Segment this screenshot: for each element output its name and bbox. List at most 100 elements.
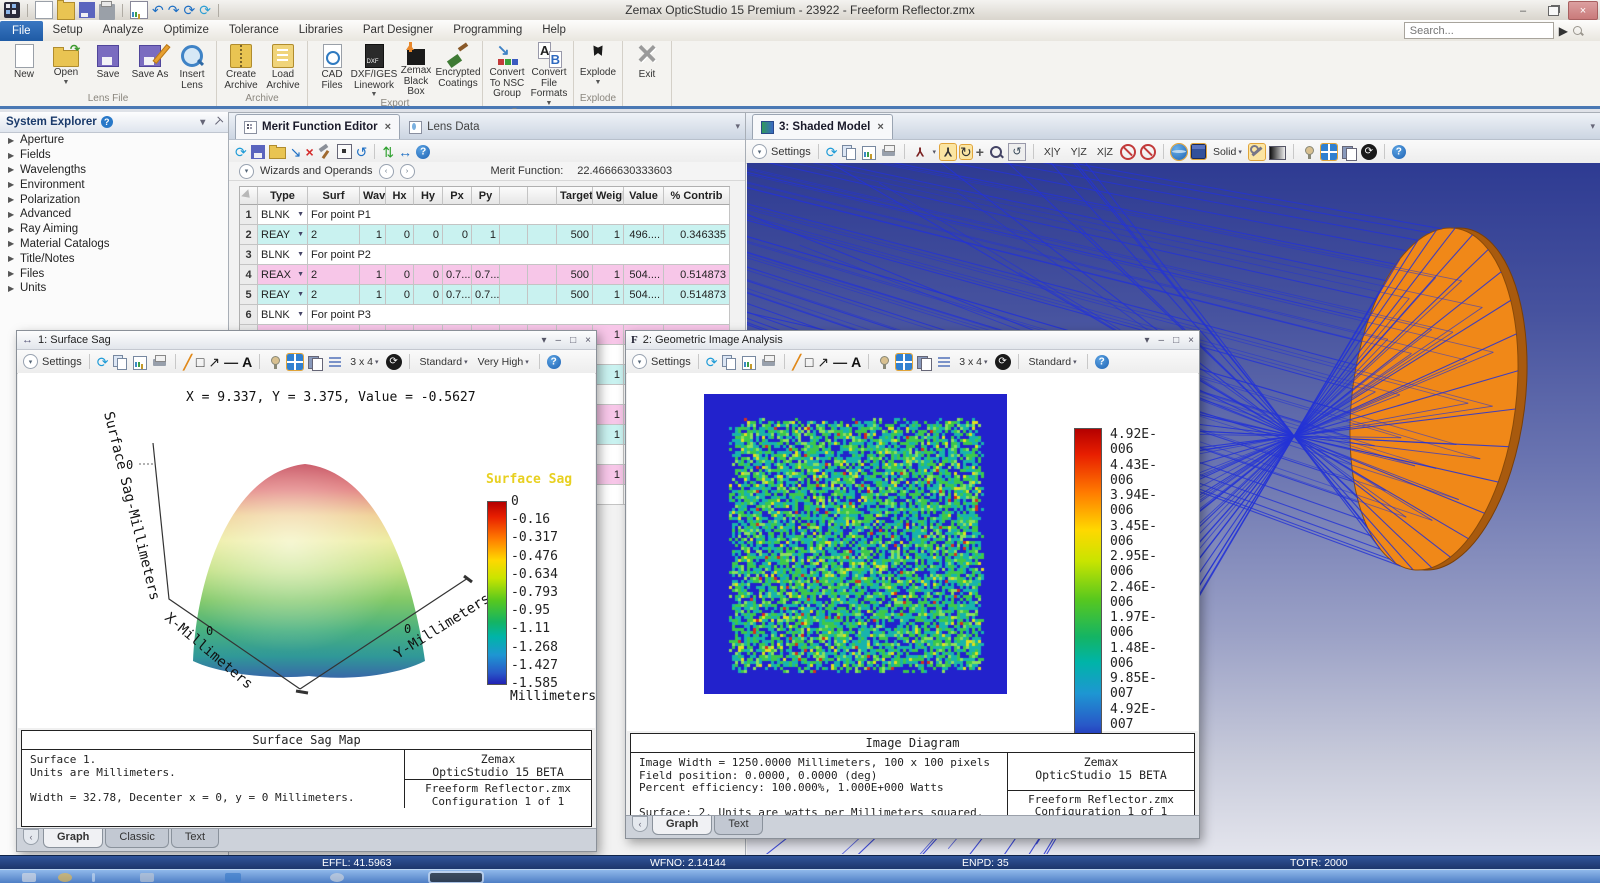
weight-cell[interactable]: 1 xyxy=(593,225,624,245)
window-menu-icon[interactable]: ▾ xyxy=(1590,121,1595,132)
arrow-tool-icon[interactable]: ↗ xyxy=(817,355,829,369)
gradient-icon[interactable] xyxy=(1268,145,1286,160)
operand-type-cell[interactable]: REAY ▼ xyxy=(258,225,308,245)
window-menu-icon[interactable]: ▾ xyxy=(735,121,740,132)
copy-window-icon[interactable] xyxy=(307,354,324,371)
explode-button[interactable]: Explode ▼ xyxy=(577,42,619,91)
target-cell[interactable]: 500 xyxy=(557,265,593,285)
minimize-icon[interactable]: – xyxy=(1159,335,1165,346)
quality-select[interactable]: Very High ▾ xyxy=(475,355,532,369)
text-tool-icon[interactable]: A xyxy=(242,355,252,369)
menu-analyze[interactable]: Analyze xyxy=(93,21,154,41)
chevron-left-icon[interactable]: ‹ xyxy=(378,163,394,179)
update-icon[interactable]: ⟳ xyxy=(235,145,247,159)
menu-libraries[interactable]: Libraries xyxy=(289,21,353,41)
weight-cell[interactable] xyxy=(593,485,624,505)
stamp-icon[interactable] xyxy=(1301,144,1317,160)
window-menu-icon[interactable]: ▾ xyxy=(1145,335,1150,346)
target-cell[interactable]: 500 xyxy=(557,285,593,305)
menu-setup[interactable]: Setup xyxy=(43,21,93,41)
spread-icon[interactable]: ↔ xyxy=(398,145,412,159)
help-icon[interactable] xyxy=(1391,144,1406,159)
value-cell[interactable]: 496.... xyxy=(624,225,664,245)
refresh-icon[interactable]: ⟳ xyxy=(183,3,195,17)
open-icon[interactable] xyxy=(268,145,286,159)
contrib-cell[interactable]: 0.514873 xyxy=(664,265,730,285)
standard-select[interactable]: Standard ▾ xyxy=(417,355,471,369)
wave-cell[interactable]: 1 xyxy=(360,285,386,305)
auto-update-icon[interactable] xyxy=(385,353,402,370)
sidebar-item-polarization[interactable]: ▶ Polarization xyxy=(0,192,228,207)
print-icon[interactable] xyxy=(881,144,897,160)
menu-optimize[interactable]: Optimize xyxy=(154,21,219,41)
update-icon[interactable]: ⟳ xyxy=(97,355,109,369)
taskbar-icon[interactable] xyxy=(22,873,36,882)
sidebar-item-material-catalogs[interactable]: ▶ Material Catalogs xyxy=(0,237,228,252)
save-graphic-icon[interactable] xyxy=(132,354,148,370)
zemax-black-box-button[interactable]: Zemax Black Box xyxy=(395,42,437,98)
search-go-icon[interactable]: ▶ xyxy=(1559,24,1568,38)
undo-icon[interactable]: ↶ xyxy=(152,3,164,17)
taskbar-icon[interactable] xyxy=(58,873,72,882)
comment-cell[interactable]: For point P3 xyxy=(308,305,730,325)
save-icon[interactable] xyxy=(250,144,265,159)
save-graphic-icon[interactable] xyxy=(741,354,757,370)
hy-cell[interactable]: 0 xyxy=(414,225,443,245)
px-cell[interactable]: 0.7... xyxy=(443,265,472,285)
update-icon[interactable]: ⟳ xyxy=(706,355,718,369)
pencil-tool-icon[interactable]: ╱ xyxy=(792,355,800,369)
contrib-cell[interactable]: 0.514873 xyxy=(664,285,730,305)
menu-tolerance[interactable]: Tolerance xyxy=(219,21,289,41)
rectangle-tool-icon[interactable]: □ xyxy=(805,355,813,369)
sidebar-item-advanced[interactable]: ▶ Advanced xyxy=(0,207,228,222)
tab-text[interactable]: Text xyxy=(714,816,763,835)
b2-cell[interactable] xyxy=(528,285,557,305)
py-cell[interactable]: 0.7... xyxy=(472,265,500,285)
rotate-view-icon[interactable]: ↻ xyxy=(959,143,973,160)
b1-cell[interactable] xyxy=(500,225,528,245)
weight-cell[interactable]: 1 xyxy=(593,325,624,345)
background-icon[interactable] xyxy=(1169,142,1188,161)
auto-update-icon[interactable] xyxy=(994,353,1011,370)
standard-select[interactable]: Standard ▾ xyxy=(1026,355,1080,369)
copy-icon[interactable] xyxy=(112,354,128,370)
fit-window-icon[interactable] xyxy=(895,352,914,371)
comment-cell[interactable]: For point P2 xyxy=(308,245,730,265)
stamp-icon[interactable] xyxy=(876,354,892,370)
convert-file-formats-button[interactable]: Convert File Formats▼ xyxy=(528,42,570,107)
auto-update-icon[interactable] xyxy=(1360,143,1377,160)
hx-cell[interactable]: 0 xyxy=(386,225,414,245)
delete-operand-icon[interactable]: × xyxy=(305,145,313,159)
insert-operand-icon[interactable]: ↘ xyxy=(290,145,302,159)
create-archive-button[interactable]: Create Archive xyxy=(220,42,262,91)
app-icon[interactable] xyxy=(4,2,20,18)
hy-cell[interactable]: 0 xyxy=(414,285,443,305)
load-archive-button[interactable]: Load Archive xyxy=(262,42,304,91)
minimize-button[interactable]: – xyxy=(1508,1,1538,20)
sidebar-item-aperture[interactable]: ▶ Aperture xyxy=(0,133,228,148)
sidebar-item-ray-aiming[interactable]: ▶ Ray Aiming xyxy=(0,222,228,237)
overlay-icon[interactable] xyxy=(936,354,952,370)
operand-type-cell[interactable]: REAX ▼ xyxy=(258,265,308,285)
convert-to-nsc-group-button[interactable]: Convert To NSC Group xyxy=(486,41,528,100)
windows-taskbar[interactable] xyxy=(0,869,1600,883)
b2-cell[interactable] xyxy=(528,225,557,245)
close-tab-icon[interactable]: × xyxy=(385,121,391,133)
operand-type-cell[interactable]: BLNK ▼ xyxy=(258,245,308,265)
surf-cell[interactable]: 2 xyxy=(308,225,360,245)
view-xz-button[interactable]: X|Z xyxy=(1094,145,1116,159)
weight-cell[interactable]: 1 xyxy=(593,465,624,485)
sort-operands-icon[interactable]: ⇅ xyxy=(382,145,394,159)
rectangle-tool-icon[interactable]: □ xyxy=(196,355,204,369)
save-analysis-icon[interactable] xyxy=(130,1,148,19)
tab-lens-data[interactable]: Lens Data xyxy=(400,114,488,139)
taskbar-icon[interactable] xyxy=(225,873,241,882)
hide-faces-icon[interactable] xyxy=(1119,143,1136,160)
target-cell[interactable]: 500 xyxy=(557,225,593,245)
tab-scroll-icon[interactable]: ‹ xyxy=(23,829,39,845)
open-button[interactable]: Open▼ xyxy=(45,42,87,91)
sidebar-item-wavelengths[interactable]: ▶ Wavelengths xyxy=(0,163,228,178)
settings-button[interactable]: ▾ Settings xyxy=(23,354,82,369)
operand-type-cell[interactable]: REAY ▼ xyxy=(258,285,308,305)
menu-programming[interactable]: Programming xyxy=(443,21,532,41)
